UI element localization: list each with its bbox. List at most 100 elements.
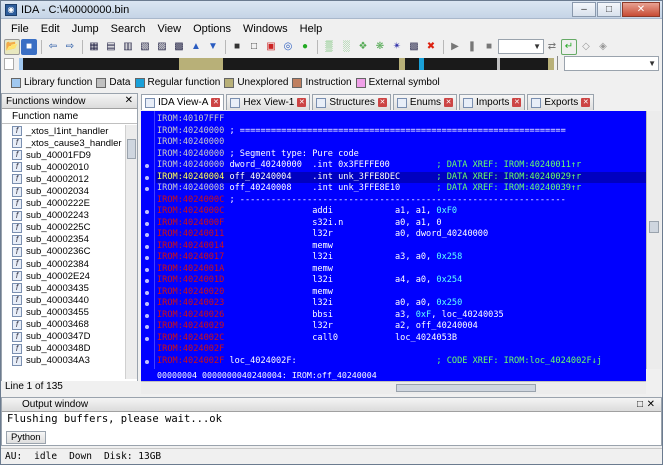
tab-enums[interactable]: Enums ✕ bbox=[392, 94, 458, 110]
nav-band-scale-select[interactable]: ▼ bbox=[564, 56, 659, 71]
forward-arrow-icon[interactable]: ⇨ bbox=[62, 39, 78, 55]
line-xref-comment[interactable]: ; DATA XREF: IROM:40240039↑r bbox=[436, 183, 581, 193]
menu-jump[interactable]: Jump bbox=[66, 23, 105, 35]
disassembly-vertical-scrollbar[interactable] bbox=[646, 111, 661, 369]
debug-pause-icon[interactable]: ❚ bbox=[464, 39, 480, 55]
flow-chart-icon[interactable]: ░ bbox=[338, 39, 354, 55]
function-list-item[interactable]: f sub_40002243 bbox=[2, 210, 125, 222]
search-code-icon[interactable]: ▧ bbox=[137, 39, 153, 55]
minimize-button[interactable]: – bbox=[572, 2, 596, 17]
breakpoint-dot-icon[interactable] bbox=[145, 175, 149, 180]
disassembly-line[interactable]: IROM:40240000 ; Segment type: Pure code bbox=[157, 149, 359, 161]
function-list[interactable]: f _xtos_l1int_handler f _xtos_cause3_handle… bbox=[2, 125, 125, 379]
disassembly-line[interactable]: IROM:40240008 off_40240008 .int unk_3FFE… bbox=[157, 183, 581, 195]
graph-icon[interactable]: ▒ bbox=[321, 39, 337, 55]
binary-search-icon[interactable]: ▦ bbox=[86, 39, 102, 55]
close-icon[interactable]: ✕ bbox=[512, 98, 522, 107]
call-graph-icon[interactable]: ❋ bbox=[372, 39, 388, 55]
function-list-item[interactable]: f _xtos_l1int_handler bbox=[2, 125, 125, 137]
function-list-item[interactable]: f sub_40002012 bbox=[2, 173, 125, 185]
scrollbar-thumb[interactable] bbox=[649, 221, 659, 233]
undefine-icon[interactable]: ▣ bbox=[263, 39, 279, 55]
function-list-scrollbar[interactable] bbox=[125, 125, 137, 379]
tab-structures[interactable]: Structures ✕ bbox=[312, 94, 391, 110]
navigation-band[interactable]: ▼ bbox=[1, 56, 662, 73]
disassembly-horizontal-scrollbar[interactable] bbox=[141, 381, 646, 394]
breakpoint-dot-icon[interactable] bbox=[145, 221, 149, 226]
disassembly-line[interactable]: IROM:40240017 l32i a3, a0, 0x258 bbox=[157, 252, 462, 264]
breakpoint-dot-icon[interactable] bbox=[145, 336, 149, 341]
close-icon[interactable]: ✕ bbox=[125, 95, 133, 106]
function-list-item[interactable]: f sub_4000222E bbox=[2, 198, 125, 210]
function-list-item[interactable]: f sub_4000225C bbox=[2, 222, 125, 234]
function-list-item[interactable]: f sub_40002384 bbox=[2, 258, 125, 270]
disassembly-line[interactable]: IROM:4024001A memw bbox=[157, 264, 333, 276]
disassembly-line[interactable]: IROM:4024002F loc_4024002F: ; CODE XREF:… bbox=[157, 356, 602, 368]
tab-exports[interactable]: Exports ✕ bbox=[527, 94, 595, 110]
menu-windows[interactable]: Windows bbox=[237, 23, 294, 35]
menu-view[interactable]: View bbox=[151, 23, 187, 35]
disassembly-line[interactable]: IROM:40240011 l32r a0, dword_40240000 bbox=[157, 229, 488, 241]
disassembly-line[interactable]: IROM:40240000 ; ========================… bbox=[157, 126, 566, 138]
breakpoint-dot-icon[interactable] bbox=[145, 256, 149, 260]
nav-band-left-arrow[interactable] bbox=[4, 58, 14, 70]
breakpoint-dot-icon[interactable] bbox=[145, 164, 149, 168]
scrollbar-thumb[interactable] bbox=[396, 384, 536, 392]
disassembly-line[interactable]: IROM:40107FFF bbox=[157, 114, 224, 126]
close-icon[interactable]: ✕ bbox=[377, 98, 387, 107]
nav-band-bar[interactable] bbox=[19, 58, 554, 70]
disassembly-line[interactable]: IROM:40240014 memw bbox=[157, 241, 333, 253]
menu-help[interactable]: Help bbox=[294, 23, 329, 35]
close-icon[interactable]: ✕ bbox=[444, 98, 454, 107]
close-button[interactable]: ✕ bbox=[622, 2, 660, 17]
function-list-item[interactable]: f _xtos_cause3_handler bbox=[2, 137, 125, 149]
disassembly-line[interactable]: IROM:40240026 bbsi a3, 0xF, loc_40240035 bbox=[157, 310, 504, 322]
close-icon[interactable]: ✕ bbox=[211, 98, 221, 107]
maximize-button[interactable]: □ bbox=[597, 2, 621, 17]
segments-icon[interactable]: ▩ bbox=[406, 39, 422, 55]
disassembly-line[interactable]: IROM:40240000 dword_40240000 .int 0x3FEF… bbox=[157, 160, 581, 172]
trace-icon[interactable]: ◈ bbox=[595, 39, 611, 55]
breakpoint-dot-icon[interactable] bbox=[145, 233, 149, 237]
save-icon[interactable]: ■ bbox=[21, 38, 37, 55]
function-list-item[interactable]: f sub_400034A3 bbox=[2, 355, 125, 367]
line-xref-comment[interactable]: ; CODE XREF: IROM:loc_4024002F↓j bbox=[436, 356, 602, 366]
open-file-icon[interactable]: 📂 bbox=[4, 38, 20, 55]
disassembly-line[interactable]: IROM:40240029 l32r a2, off_40240004 bbox=[157, 321, 478, 333]
menu-options[interactable]: Options bbox=[187, 23, 237, 35]
xrefs-icon[interactable]: ❖ bbox=[355, 39, 371, 55]
search-next-icon[interactable]: ▥ bbox=[120, 39, 136, 55]
jump-down-icon[interactable]: ▼ bbox=[205, 39, 221, 55]
hex-icon[interactable]: ■ bbox=[229, 39, 245, 55]
breakpoint-dot-icon[interactable] bbox=[145, 290, 149, 295]
function-list-item[interactable]: f sub_4000348D bbox=[2, 343, 125, 355]
disassembly-line[interactable]: IROM:4024000F s32i.n a0, a1, 0 bbox=[157, 218, 442, 230]
disassembly-line[interactable]: IROM:40240020 memw bbox=[157, 287, 333, 299]
function-name-column-header[interactable]: Function name bbox=[2, 109, 137, 124]
breakpoint-dot-icon[interactable] bbox=[145, 210, 149, 214]
disassembly-line[interactable]: IROM:4024001D l32i a4, a0, 0x254 bbox=[157, 275, 462, 287]
breakpoint-dot-icon[interactable] bbox=[145, 244, 149, 249]
function-list-item[interactable]: f sub_4000236C bbox=[2, 246, 125, 258]
tab-imports[interactable]: Imports ✕ bbox=[459, 94, 526, 110]
disassembly-line[interactable]: IROM:4024002F bbox=[157, 344, 224, 356]
breakpoint-icon[interactable]: ◇ bbox=[578, 39, 594, 55]
disassembly-line[interactable]: IROM:4024000C ; ------------------------… bbox=[157, 195, 566, 207]
line-xref-comment[interactable]: ; DATA XREF: IROM:40240011↑r bbox=[436, 160, 581, 170]
function-list-item[interactable]: f sub_40003468 bbox=[2, 319, 125, 331]
function-list-item[interactable]: f sub_40002354 bbox=[2, 234, 125, 246]
close-icon[interactable]: ✕ bbox=[647, 398, 655, 411]
menu-file[interactable]: File bbox=[5, 23, 35, 35]
close-icon[interactable]: ✕ bbox=[581, 98, 591, 107]
breakpoint-dot-icon[interactable] bbox=[145, 267, 149, 272]
breakpoint-dot-icon[interactable] bbox=[145, 187, 149, 191]
disassembly-line[interactable]: IROM:4024002C call0 loc_4024053B bbox=[157, 333, 457, 345]
disassembly-line[interactable]: IROM:40240004 off_40240004 .int unk_3FFE… bbox=[157, 172, 581, 184]
function-list-item[interactable]: f sub_40003455 bbox=[2, 306, 125, 318]
function-list-item[interactable]: f sub_4000347D bbox=[2, 331, 125, 343]
text-search-icon[interactable]: ▤ bbox=[103, 39, 119, 55]
function-list-item[interactable]: f sub_40003435 bbox=[2, 282, 125, 294]
proximity-icon[interactable]: ✴ bbox=[389, 39, 405, 55]
breakpoint-dot-icon[interactable] bbox=[145, 359, 149, 364]
back-arrow-icon[interactable]: ⇦ bbox=[45, 39, 61, 55]
